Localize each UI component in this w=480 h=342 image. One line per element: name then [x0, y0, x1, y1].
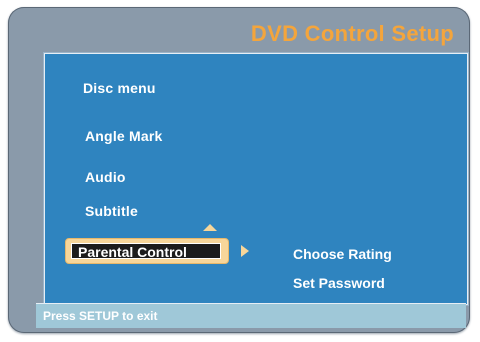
status-bar: Press SETUP to exit [36, 303, 466, 328]
menu-item-angle-mark[interactable]: Angle Mark [85, 128, 162, 144]
menu-item-audio[interactable]: Audio [85, 169, 126, 185]
menu-item-parental-control-label: Parental Control [71, 243, 221, 260]
menu-panel: Disc menu Angle Mark Audio Subtitle Pare… [44, 53, 468, 305]
right-arrow-icon[interactable] [241, 245, 249, 257]
submenu-item-set-password[interactable]: Set Password [293, 275, 385, 291]
menu-item-subtitle[interactable]: Subtitle [85, 203, 138, 219]
menu-item-parental-control[interactable]: Parental Control [65, 238, 229, 264]
up-arrow-icon[interactable] [203, 224, 217, 231]
status-text: Press SETUP to exit [43, 309, 158, 323]
menu-item-disc-menu[interactable]: Disc menu [83, 80, 156, 96]
page-title: DVD Control Setup [250, 21, 454, 46]
osd-frame: DVD Control Setup Disc menu Angle Mark A… [8, 7, 470, 333]
submenu-item-choose-rating[interactable]: Choose Rating [293, 246, 392, 262]
